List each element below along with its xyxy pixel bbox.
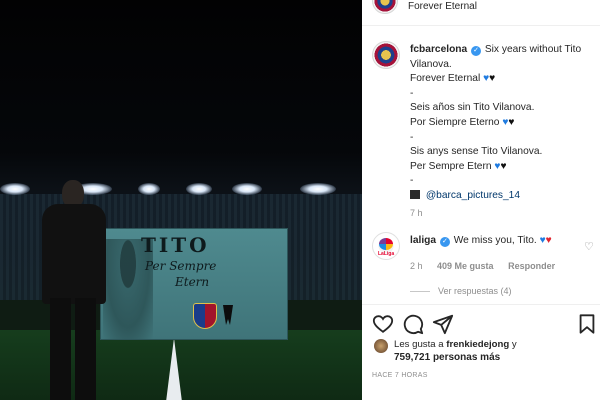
black-heart-icon: ♥ xyxy=(489,73,496,85)
post-side-panel: Forever Eternal fcbarcelona ✓ Six years … xyxy=(362,0,600,400)
comment-icon[interactable] xyxy=(402,313,424,335)
author-avatar[interactable] xyxy=(372,41,400,69)
person-silhouette xyxy=(34,170,114,400)
caption-line-1: Six years without Tito xyxy=(484,44,582,55)
liker-avatar[interactable] xyxy=(374,339,388,353)
laliga-logo-text: LaLiga xyxy=(378,251,395,257)
comment-time[interactable]: 2 h xyxy=(410,261,423,271)
laliga-logo-icon xyxy=(379,238,393,250)
previous-caption-text: Forever Eternal xyxy=(408,1,477,12)
caption-line-5: Seis años sin Tito Vilanova. xyxy=(410,102,535,114)
caption-line-6: Por Siempre Eterno xyxy=(410,116,500,128)
comment-username[interactable]: laliga xyxy=(410,235,436,246)
verified-badge-icon: ✓ xyxy=(439,237,450,247)
reply-button[interactable]: Responder xyxy=(508,261,555,271)
comment-text: laliga ✓ We miss you, Tito. ♥♥ xyxy=(410,235,552,247)
verified-badge-icon: ✓ xyxy=(471,46,482,56)
previous-caption-strip: Forever Eternal xyxy=(362,0,600,26)
caption-separator: - xyxy=(410,175,414,187)
likes-count-line[interactable]: 759,721 personas más xyxy=(394,352,500,363)
caption-line-3: Forever Eternal xyxy=(410,73,481,85)
comment-meta: 2 h 409 Me gusta Responder xyxy=(410,261,567,271)
likes-count: 759,721 xyxy=(394,352,431,363)
likes-count-suffix: personas más xyxy=(432,352,501,363)
banner-line-3: Etern xyxy=(175,275,210,289)
tribute-banner: TITO Per Sempre Etern xyxy=(100,228,288,340)
comment-body: We miss you, Tito. xyxy=(453,235,537,246)
caption-separator: - xyxy=(410,87,414,99)
red-heart-icon: ♥ xyxy=(545,235,552,246)
caption-line-9: Per Sempre Etern xyxy=(410,160,492,172)
post-timestamp[interactable]: HACE 7 HORAS xyxy=(372,372,428,379)
liked-by-line: Les gusta a frenkiedejong y xyxy=(394,339,517,350)
fcbarcelona-avatar[interactable] xyxy=(372,0,398,14)
caption-separator: - xyxy=(410,131,414,143)
likes-summary: Les gusta a frenkiedejong y 759,721 pers… xyxy=(362,336,600,370)
black-heart-icon: ♥ xyxy=(500,160,507,172)
view-replies-label: Ver respuestas (4) xyxy=(438,286,512,296)
liked-by-username[interactable]: frenkiedejong xyxy=(446,339,509,350)
bookmark-icon[interactable] xyxy=(576,313,598,335)
liked-by-prefix: Les gusta a xyxy=(394,339,444,350)
comment-like-heart-icon[interactable]: ♡ xyxy=(584,240,594,253)
photographer-mention[interactable]: @barca_pictures_14 xyxy=(426,190,520,201)
caption-line-8: Sis anys sense Tito Vilanova. xyxy=(410,146,543,158)
caption-timestamp[interactable]: 7 h xyxy=(410,208,423,218)
liked-by-suffix: y xyxy=(511,339,517,350)
post-caption: fcbarcelona ✓ Six years without Tito Vil… xyxy=(362,26,600,226)
caption-line-2: Vilanova. xyxy=(410,58,452,70)
banner-title: TITO xyxy=(141,233,210,257)
view-replies-button[interactable]: Ver respuestas (4) xyxy=(410,286,512,296)
share-icon[interactable] xyxy=(432,313,454,335)
clapperboard-icon xyxy=(410,189,420,199)
club-crest xyxy=(193,303,217,329)
author-username[interactable]: fcbarcelona xyxy=(410,44,467,55)
caption-text: fcbarcelona ✓ Six years without Tito Vil… xyxy=(410,43,588,204)
comment-likes[interactable]: 409 Me gusta xyxy=(437,261,494,271)
banner-line-2: Per Sempre xyxy=(145,259,217,273)
pitch-line xyxy=(166,338,182,400)
black-heart-icon: ♥ xyxy=(508,116,515,128)
mourning-ribbon xyxy=(223,305,233,325)
post-image[interactable]: TITO Per Sempre Etern xyxy=(0,0,362,400)
heart-icon[interactable] xyxy=(372,313,394,335)
